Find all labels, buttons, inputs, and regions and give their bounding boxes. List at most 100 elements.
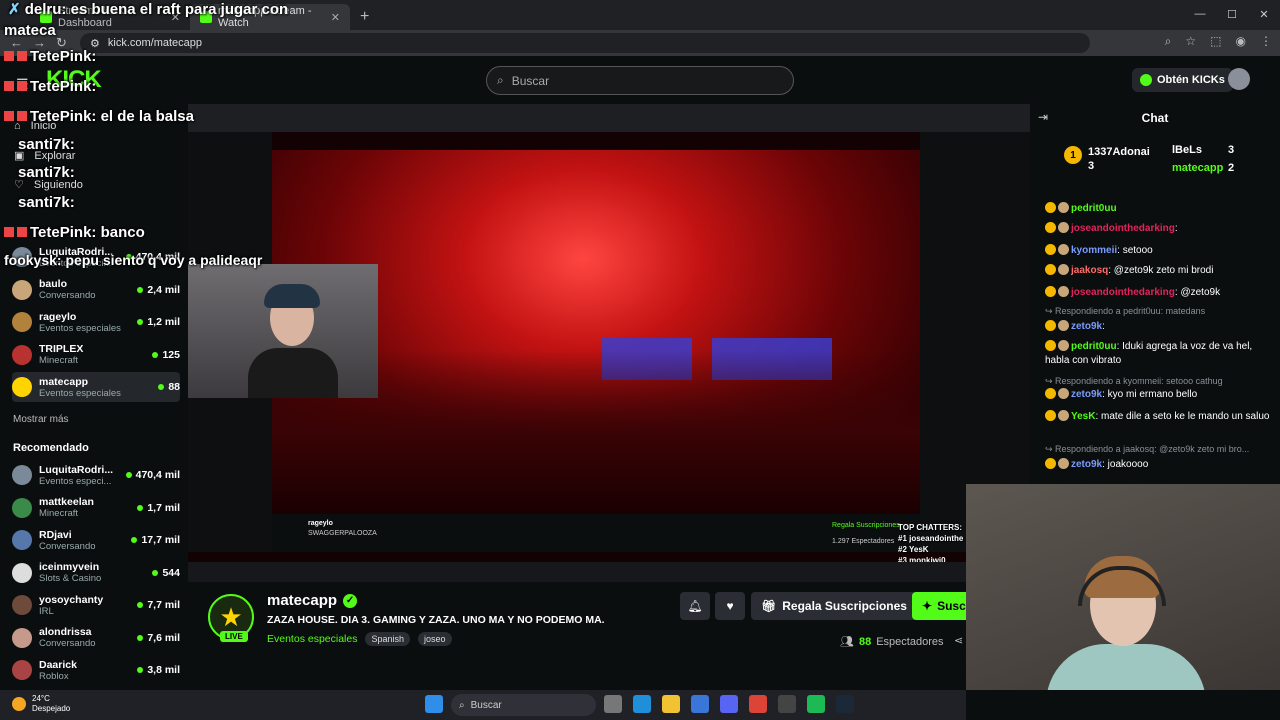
stream-category-link[interactable]: Eventos especiales [267, 633, 357, 645]
channel-name: matecapp [39, 375, 89, 388]
store-icon[interactable] [691, 695, 709, 713]
user-avatar[interactable] [1228, 68, 1250, 90]
chat-reply-context[interactable]: ↪ Respondiendo a kyommeii: setooo cathug [1045, 376, 1270, 387]
stream-tag[interactable]: Spanish [365, 632, 411, 646]
zoom-icon[interactable]: ⌕ [1165, 34, 1172, 49]
channel-avatar [12, 377, 32, 397]
overlay-chat-line: mateca [4, 22, 56, 39]
gift-subscriptions-button[interactable]: 🎁︎ Regala Suscripciones [751, 592, 917, 620]
chat-username[interactable]: zeto9k [1071, 459, 1102, 470]
channel-viewers: 3,8 mil [137, 664, 180, 676]
taskbar-search[interactable]: ⌕ Buscar [451, 694, 596, 716]
search-input[interactable]: ⌕ Buscar [486, 66, 794, 95]
sidebar-channel-recommended[interactable]: Daarick Roblox 3,8 mil [12, 655, 180, 685]
get-kicks-button[interactable]: Obtén KICKs [1132, 68, 1233, 92]
search-icon: ⌕ [459, 699, 465, 711]
channel-viewers: 7,7 mil [137, 599, 180, 611]
sidebar-channel-recommended[interactable]: alondrissa Conversando 7,6 mil [12, 623, 180, 653]
video-inner-taskbar [188, 562, 1030, 582]
maximize-icon[interactable]: ☐ [1216, 0, 1248, 28]
task-view-icon[interactable] [604, 695, 622, 713]
overlay-chat-line: TetePink: banco [4, 224, 145, 241]
chat-username[interactable]: joseandointhedarking [1071, 223, 1175, 234]
discord-icon[interactable] [720, 695, 738, 713]
channel-name: rageylo [39, 310, 77, 323]
heart-icon: ♥ [726, 599, 734, 613]
minimize-icon[interactable]: — [1184, 0, 1216, 28]
star-icon: ★ [219, 601, 243, 632]
sidebar-channel-recommended[interactable]: iceinmyvein Slots & Casino 544 [12, 558, 180, 588]
extension-icon[interactable]: ⬚ [1210, 34, 1221, 49]
steam-icon[interactable] [836, 695, 854, 713]
show-more-link[interactable]: Mostrar más [13, 414, 69, 425]
chat-text: : mate dile a seto ke le mando un saluo [1095, 411, 1270, 422]
channel-avatar [12, 595, 32, 615]
streamer-name[interactable]: matecapp ✓ [267, 592, 358, 609]
edge-icon[interactable] [633, 695, 651, 713]
chat-message: joseandointhedarking: [1045, 222, 1270, 236]
obs-icon[interactable] [778, 695, 796, 713]
profile-icon[interactable]: ◉ [1236, 34, 1246, 49]
chat-message: pedrit0uu [1045, 202, 1270, 216]
sidebar-channel-following[interactable]: matecapp Eventos especiales 88 [12, 372, 180, 402]
top-chatters-overlay: TOP CHATTERS: #1 joseandointhe #2 YesK #… [898, 523, 964, 565]
sidebar-channel-recommended[interactable]: yosoychanty IRL 7,7 mil [12, 590, 180, 620]
leader-count: 2 [1228, 162, 1235, 174]
file-explorer-icon[interactable] [662, 695, 680, 713]
stream-title: ZAZA HOUSE. DIA 3. GAMING Y ZAZA. UNO MA… [267, 614, 605, 626]
channel-category: Minecraft [39, 508, 79, 519]
stream-tag[interactable]: joseo [418, 632, 452, 646]
new-tab-button[interactable]: + [350, 8, 379, 30]
channel-category: Conversando [39, 540, 96, 552]
windows-start-icon[interactable] [425, 695, 443, 713]
chat-username[interactable]: pedrit0uu [1071, 203, 1117, 214]
channel-name: Daarick [39, 658, 77, 671]
channel-name: LuquitaRodri... [39, 463, 114, 476]
close-window-icon[interactable]: ✕ [1248, 0, 1280, 28]
chat-username[interactable]: YesK [1071, 411, 1095, 422]
chat-reply-context[interactable]: ↪ Respondiendo a jaakosq: @zeto9k zeto m… [1045, 444, 1270, 455]
chat-username[interactable]: pedrit0uu [1071, 341, 1117, 352]
video-player[interactable]: rageylo SWAGGERPALOOZA Regala Suscripcio… [188, 104, 1030, 582]
address-bar[interactable]: ⚙ kick.com/matecapp [80, 33, 1090, 53]
inner-stream-title: SWAGGERPALOOZA [308, 530, 377, 537]
leader-name: lBeLs [1172, 144, 1202, 156]
channel-viewers: 88 [158, 381, 180, 393]
chat-username[interactable]: jaakosq [1071, 265, 1108, 276]
chat-text: : [1102, 321, 1105, 332]
share-icon[interactable]: ⋖ [954, 634, 963, 647]
chat-username[interactable]: kyommeii [1071, 245, 1117, 256]
chat-message: zeto9k: kyo mi ermano bello [1045, 388, 1270, 402]
collapse-chat-icon[interactable]: ⇥ [1038, 110, 1048, 124]
sidebar-channel-recommended[interactable]: RDjavi Conversando 17,7 mil [12, 525, 180, 555]
viewers-icon: 👥︎ [840, 636, 854, 648]
gift-icon: 🎁︎ [761, 599, 777, 613]
chat-text: : kyo mi ermano bello [1102, 389, 1198, 400]
bookmark-star-icon[interactable]: ☆ [1185, 34, 1196, 49]
video-inner-browser-bar [188, 104, 1030, 132]
notification-bell-button[interactable]: 🔔︎ [680, 592, 710, 620]
chrome-icon[interactable] [749, 695, 767, 713]
chat-username[interactable]: joseandointhedarking [1071, 287, 1175, 298]
spotify-icon[interactable] [807, 695, 825, 713]
chat-username[interactable]: zeto9k [1071, 321, 1102, 332]
stream-info: ★ LIVE matecapp ✓ ZAZA HOUSE. DIA 3. GAM… [188, 582, 966, 690]
chat-username[interactable]: zeto9k [1071, 389, 1102, 400]
sidebar-channel-recommended[interactable]: mattkeelan Minecraft 1,7 mil [12, 493, 180, 523]
overlay-chat-line: TetePink: el de la balsa [4, 108, 194, 125]
sidebar-channel-following[interactable]: rageylo Eventos especiales 1,2 mil [12, 307, 180, 337]
channel-name: alondrissa [39, 626, 92, 638]
sidebar: ⌂ Inicio ▣ Explorar ♡ Siguiendo LuquitaRodr… [0, 104, 188, 690]
sidebar-channel-recommended[interactable]: LuquitaRodri... Eventos especi... 470,4 mi… [12, 460, 180, 490]
weather-widget[interactable]: 24°C Despejado [12, 694, 70, 714]
subscribe-button[interactable]: ✦ Susc [912, 592, 966, 620]
chat-reply-context[interactable]: ↪ Respondiendo a pedrit0uu: matedans [1045, 306, 1270, 317]
follow-heart-button[interactable]: ♥ [715, 592, 745, 620]
close-tab-icon[interactable]: ✕ [331, 11, 340, 24]
sidebar-channel-following[interactable]: baulo Conversando 2,4 mil [12, 275, 180, 305]
browser-menu-icon[interactable]: ⋮ [1260, 34, 1272, 49]
chat-text: : [1174, 223, 1178, 234]
sidebar-channel-following[interactable]: TRIPLEX Minecraft 125 [12, 340, 180, 370]
rank-badge: 1 [1064, 146, 1082, 164]
chat-message: kyommeii: setooo [1045, 244, 1270, 258]
